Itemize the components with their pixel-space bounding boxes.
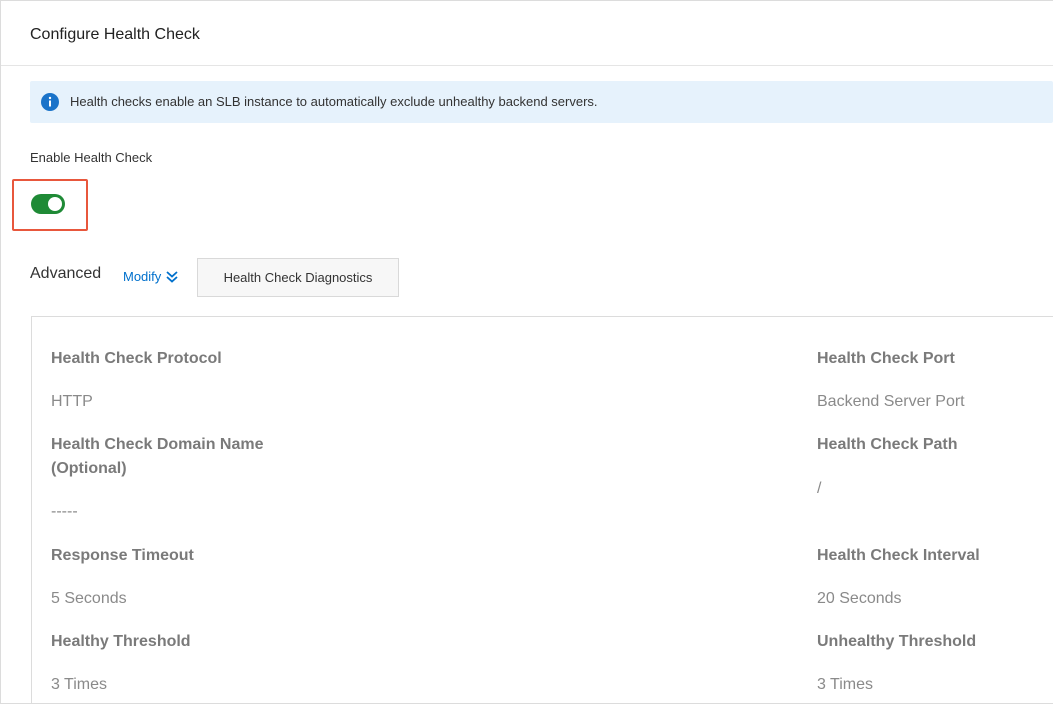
unhealthy-threshold-value: 3 Times: [817, 676, 874, 693]
domain-name-value: -----: [51, 503, 78, 520]
healthy-threshold-label: Healthy Threshold: [51, 633, 191, 650]
toggle-knob: [48, 197, 62, 211]
health-check-diagnostics-button[interactable]: Health Check Diagnostics: [197, 258, 399, 297]
healthy-threshold-value: 3 Times: [51, 676, 108, 693]
modify-link[interactable]: Modify: [123, 269, 179, 284]
path-value: /: [817, 480, 822, 497]
response-timeout-value: 5 Seconds: [51, 590, 127, 607]
double-chevron-down-icon: [166, 270, 178, 283]
protocol-label: Health Check Protocol: [51, 350, 222, 367]
enable-health-check-toggle[interactable]: [31, 194, 65, 214]
port-value: Backend Server Port: [817, 393, 965, 410]
domain-name-optional-label: (Optional): [51, 460, 127, 477]
advanced-label: Advanced: [30, 265, 102, 282]
port-label: Health Check Port: [817, 350, 955, 367]
enable-health-check-label: Enable Health Check: [30, 150, 153, 165]
panel-header: Configure Health Check: [1, 1, 1053, 66]
response-timeout-label: Response Timeout: [51, 547, 194, 564]
info-banner-text: Health checks enable an SLB instance to …: [70, 94, 598, 109]
info-icon: [41, 93, 59, 111]
configure-health-check-panel: Configure Health Check Health checks ena…: [0, 0, 1053, 704]
domain-name-label: Health Check Domain Name: [51, 436, 264, 453]
page-title: Configure Health Check: [30, 26, 200, 43]
interval-label: Health Check Interval: [817, 547, 980, 564]
unhealthy-threshold-label: Unhealthy Threshold: [817, 633, 977, 650]
info-banner: Health checks enable an SLB instance to …: [30, 81, 1053, 123]
modify-link-label: Modify: [123, 269, 162, 284]
protocol-value: HTTP: [51, 393, 93, 410]
path-label: Health Check Path: [817, 436, 958, 453]
interval-value: 20 Seconds: [817, 590, 902, 607]
